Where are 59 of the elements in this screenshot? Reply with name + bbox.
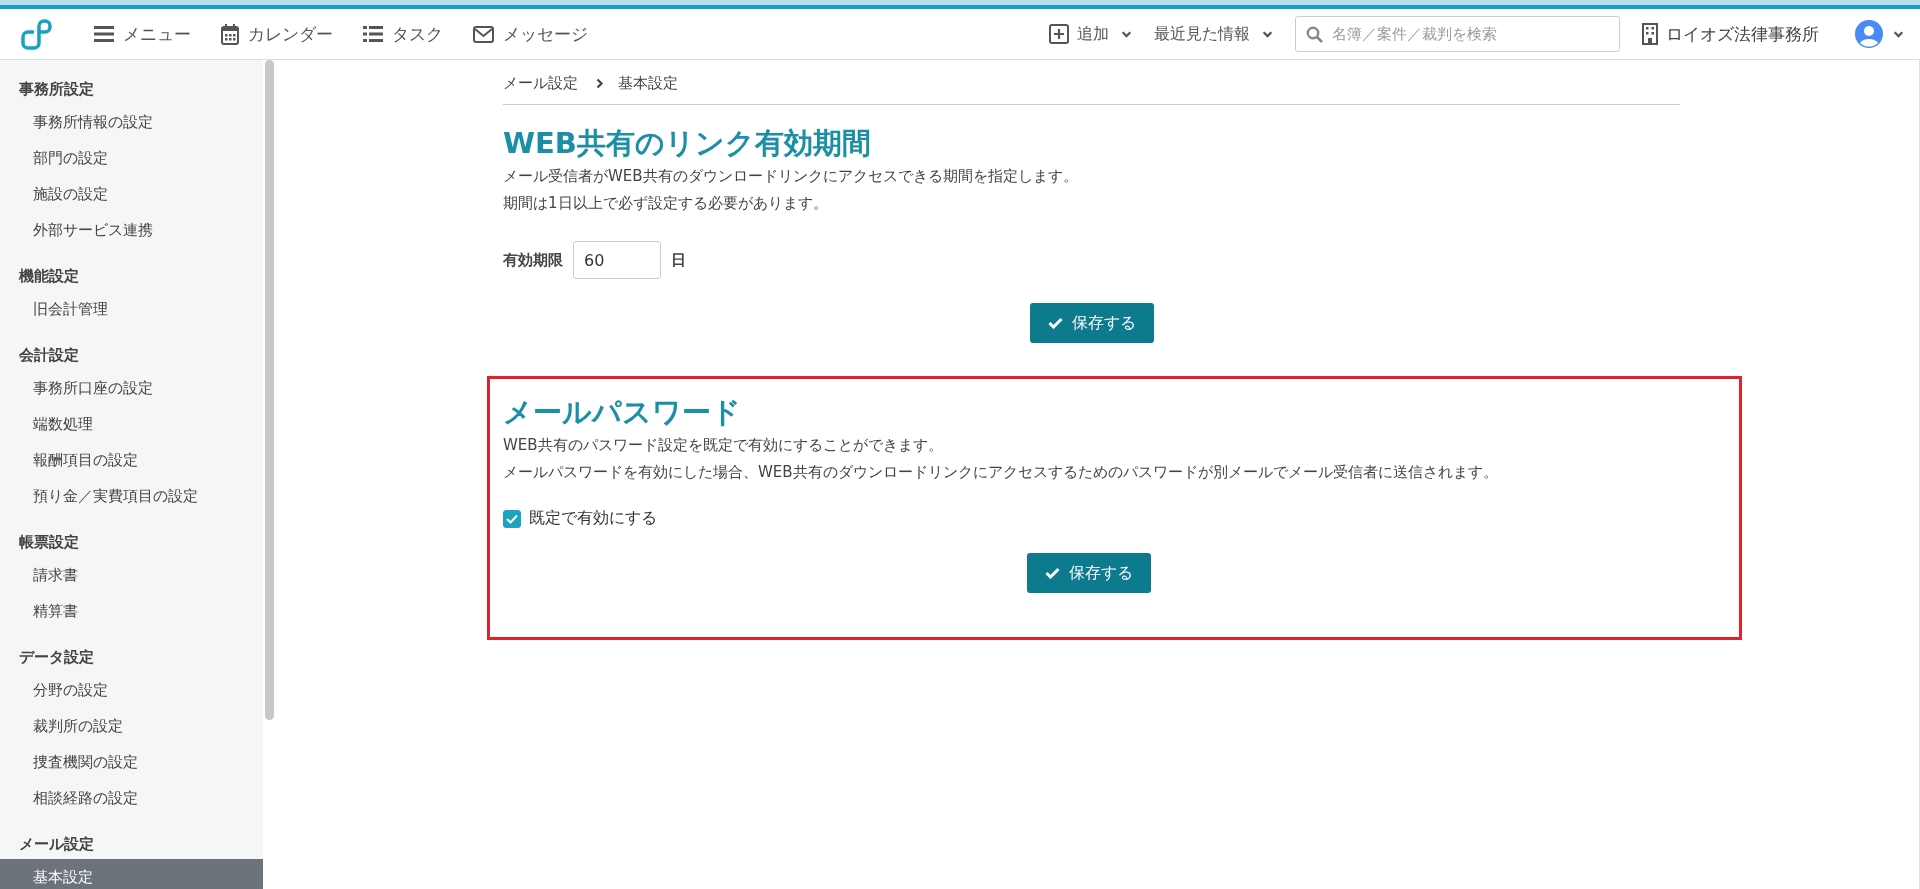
plus-square-icon (1049, 24, 1069, 44)
sidebar-item[interactable]: 端数処理 (0, 406, 263, 442)
search-icon (1306, 26, 1323, 43)
sidebar-group-title: 事務所設定 (18, 79, 95, 100)
logo-icon[interactable] (20, 17, 54, 51)
sidebar-item[interactable]: 部門の設定 (0, 140, 263, 176)
checkbox-label[interactable]: 既定で有効にする (529, 508, 657, 529)
sidebar-item[interactable]: 相談経路の設定 (0, 780, 263, 816)
nav-item[interactable]: カレンダー (221, 22, 333, 46)
building-icon (1642, 23, 1658, 45)
scrollbar-thumb[interactable] (265, 60, 274, 720)
checkbox[interactable] (503, 509, 521, 528)
envelope-icon (473, 25, 494, 43)
input-field[interactable]: 60 (573, 241, 661, 279)
nav-item[interactable]: メニュー (94, 22, 191, 46)
sidebar-item[interactable]: 預り金／実費項目の設定 (0, 478, 263, 514)
sidebar-group-title: 帳票設定 (18, 532, 80, 553)
section-title: メールパスワード (503, 394, 742, 431)
sidebar-item[interactable]: 事務所情報の設定 (0, 104, 263, 140)
description-text: メール受信者がWEB共有のダウンロードリンクにアクセスできる期間を指定します。 (503, 166, 1079, 187)
recent-menu[interactable]: 最近見た情報 (1154, 23, 1273, 45)
breadcrumb-item: 基本設定 (618, 73, 678, 93)
sidebar-group-title: メール設定 (18, 834, 95, 855)
calendar-icon (221, 23, 239, 45)
user-menu[interactable] (1855, 20, 1904, 48)
sidebar-item[interactable]: 精算書 (0, 593, 263, 629)
sidebar-item[interactable]: 外部サービス連携 (0, 212, 263, 248)
menu-icon (94, 25, 114, 43)
save-button[interactable]: 保存する (1029, 303, 1154, 343)
sidebar-group-title: データ設定 (18, 647, 95, 668)
nav-item[interactable]: メッセージ (473, 22, 588, 46)
add-menu[interactable]: 追加 (1049, 23, 1132, 45)
list-icon (363, 25, 383, 43)
unit-label: 日 (671, 250, 686, 270)
sidebar-item[interactable]: 事務所口座の設定 (0, 370, 263, 406)
sidebar-item[interactable]: 分野の設定 (0, 672, 263, 708)
description-text: WEB共有のパスワード設定を既定で有効にすることができます。 (503, 435, 944, 456)
sidebar-group-title: 機能設定 (17, 266, 80, 287)
sidebar-item[interactable]: 捜査機関の設定 (0, 744, 263, 780)
check-icon (1047, 317, 1063, 329)
sidebar-item[interactable]: 裁判所の設定 (0, 708, 263, 744)
nav-item[interactable]: タスク (363, 22, 443, 46)
chevron-icon (596, 77, 604, 89)
sidebar-item[interactable]: 請求書 (0, 557, 263, 593)
description-text: メールパスワードを有効にした場合、WEB共有のダウンロードリンクにアクセスするためのパスワードが別メールでメール受信者に送信されます。 (503, 462, 1499, 483)
sidebar-item[interactable]: 旧会計管理 (0, 291, 263, 327)
field-label: 有効期限 (503, 250, 563, 270)
office-menu[interactable]: ロイオズ法律事務所 (1642, 22, 1819, 46)
sidebar-group-title: 会計設定 (18, 345, 80, 366)
sidebar-item[interactable]: 基本設定 (0, 859, 263, 889)
check-icon (1044, 567, 1060, 579)
sidebar-item[interactable]: 報酬項目の設定 (0, 442, 263, 478)
avatar-icon (1855, 20, 1883, 48)
breadcrumb-item[interactable]: メール設定 (503, 73, 578, 93)
search-field[interactable]: 名簿／案件／裁判を検索 (1295, 16, 1620, 52)
sidebar-item[interactable]: 施設の設定 (0, 176, 263, 212)
description-text: 期間は1日以上で必ず設定する必要があります。 (503, 193, 829, 214)
section-title: WEB共有のリンク有効期間 (503, 125, 872, 162)
save-button[interactable]: 保存する (1026, 553, 1151, 593)
